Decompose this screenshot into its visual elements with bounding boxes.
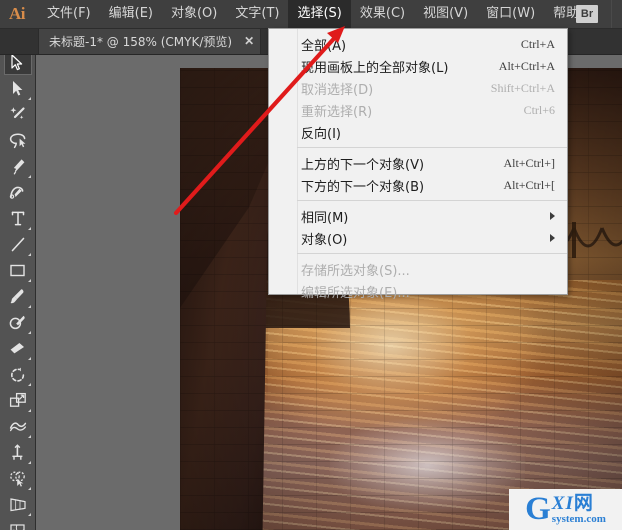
tool-flyout-indicator [27,461,31,464]
menu-item-save-selection: 存储所选对象(S)... [269,258,567,280]
document-tab[interactable]: 未标题-1* @ 158% (CMYK/预览) ✕ [38,28,262,54]
shaper-tool[interactable] [4,310,32,335]
menu-item-shortcut: Alt+Ctrl+A [498,58,555,73]
menu-item-label: 反向(I) [301,126,341,142]
tool-flyout-indicator [27,175,31,178]
watermark-top-text: XI网 [551,493,593,514]
menu-item-same[interactable]: 相同(M) [269,205,567,227]
scale-tool[interactable] [4,388,32,413]
watermark-text-stack: XI网 system.com [552,494,606,525]
tool-flyout-indicator [27,487,31,490]
menu-item-object[interactable]: 对象(O) [269,227,567,249]
menu-select[interactable]: 选择(S) [288,0,351,28]
menu-object[interactable]: 对象(O) [162,0,226,28]
menu-item-next-object-above[interactable]: 上方的下一个对象(V) Alt+Ctrl+] [269,152,567,174]
menu-window[interactable]: 窗口(W) [477,0,544,28]
menu-item-edit-selection: 编辑所选对象(E)... [269,280,567,302]
menu-file[interactable]: 文件(F) [38,0,100,28]
tool-flyout-indicator [27,253,31,256]
menu-separator [297,200,567,201]
shape-builder-tool[interactable] [4,466,32,491]
submenu-chevron-icon [550,234,555,242]
window-edge [611,0,622,28]
menu-item-label: 全部(A) [301,38,347,54]
menu-item-shortcut: Shift+Ctrl+A [490,80,555,95]
menu-item-label: 下方的下一个对象(B) [301,179,425,195]
menu-item-label: 现用画板上的全部对象(L) [301,60,449,76]
tool-flyout-indicator [27,513,31,516]
menu-edit[interactable]: 编辑(E) [100,0,162,28]
menu-item-label: 编辑所选对象(E)... [301,285,410,301]
tool-flyout-indicator [27,383,31,386]
line-segment-tool[interactable] [4,232,32,257]
rectangle-tool[interactable] [4,258,32,283]
eraser-tool[interactable] [4,336,32,361]
lasso-tool[interactable] [4,128,32,153]
illustrator-logo-icon: Ai [9,4,26,23]
tool-flyout-indicator [27,279,31,282]
menu-item-shortcut: Alt+Ctrl+[ [503,177,555,192]
menu-item-select-all[interactable]: 全部(A) Ctrl+A [269,33,567,55]
magic-wand-tool[interactable] [4,102,32,127]
width-tool[interactable] [4,414,32,439]
close-icon[interactable]: ✕ [244,35,254,47]
tools-panel[interactable]: ▸▸ [0,28,36,530]
menu-item-label: 重新选择(R) [301,104,373,120]
watermark-logo-letter: G [525,491,551,527]
tool-flyout-indicator [27,357,31,360]
curvature-tool[interactable] [4,180,32,205]
menu-item-shortcut: Ctrl+A [520,36,555,51]
menu-item-deselect: 取消选择(D) Shift+Ctrl+A [269,77,567,99]
menu-item-select-all-on-active-artboard[interactable]: 现用画板上的全部对象(L) Alt+Ctrl+A [269,55,567,77]
direct-selection-tool[interactable] [4,76,32,101]
submenu-chevron-icon [550,212,555,220]
menu-item-label: 取消选择(D) [301,82,374,98]
menu-bar: Ai 文件(F) 编辑(E) 对象(O) 文字(T) 选择(S) 效果(C) 视… [0,0,622,29]
menu-item-label: 上方的下一个对象(V) [301,157,425,173]
mesh-tool[interactable] [4,518,32,530]
menu-item-reselect: 重新选择(R) Ctrl+6 [269,99,567,121]
menu-item-label: 对象(O) [301,232,348,248]
rotate-tool[interactable] [4,362,32,387]
tool-flyout-indicator [27,409,31,412]
site-watermark: G XI网 system.com [509,489,622,530]
menu-item-label: 存储所选对象(S)... [301,263,410,279]
tool-list [0,50,35,530]
menu-item-next-object-below[interactable]: 下方的下一个对象(B) Alt+Ctrl+[ [269,174,567,196]
perspective-grid-tool[interactable] [4,492,32,517]
menu-item-group-list: 全部(A) Ctrl+A 现用画板上的全部对象(L) Alt+Ctrl+A 取消… [269,29,567,306]
paintbrush-tool[interactable] [4,284,32,309]
pen-tool[interactable] [4,154,32,179]
watermark-domain: system.com [551,513,606,525]
tool-flyout-indicator [27,435,31,438]
tool-flyout-indicator [27,331,31,334]
bridge-button[interactable]: Br [576,5,598,23]
menu-item-label: 相同(M) [301,210,349,226]
select-menu-dropdown[interactable]: 全部(A) Ctrl+A 现用画板上的全部对象(L) Alt+Ctrl+A 取消… [268,28,568,301]
free-transform-tool[interactable] [4,440,32,465]
menu-separator [297,147,567,148]
tool-flyout-indicator [27,97,31,100]
type-tool[interactable] [4,206,32,231]
document-tab-title: 未标题-1* @ 158% (CMYK/预览) [49,34,233,49]
menu-effect[interactable]: 效果(C) [351,0,414,28]
tool-flyout-indicator [27,305,31,308]
menu-item-list: 文件(F) 编辑(E) 对象(O) 文字(T) 选择(S) 效果(C) 视图(V… [38,0,608,28]
menu-item-inverse[interactable]: 反向(I) [269,121,567,143]
menu-separator [297,253,567,254]
menu-type[interactable]: 文字(T) [226,0,288,28]
menu-item-shortcut: Alt+Ctrl+] [503,155,555,170]
tool-flyout-indicator [27,227,31,230]
menu-item-shortcut: Ctrl+6 [523,102,555,117]
illustrator-window: ▸▸ [0,0,622,530]
menu-view[interactable]: 视图(V) [414,0,477,28]
